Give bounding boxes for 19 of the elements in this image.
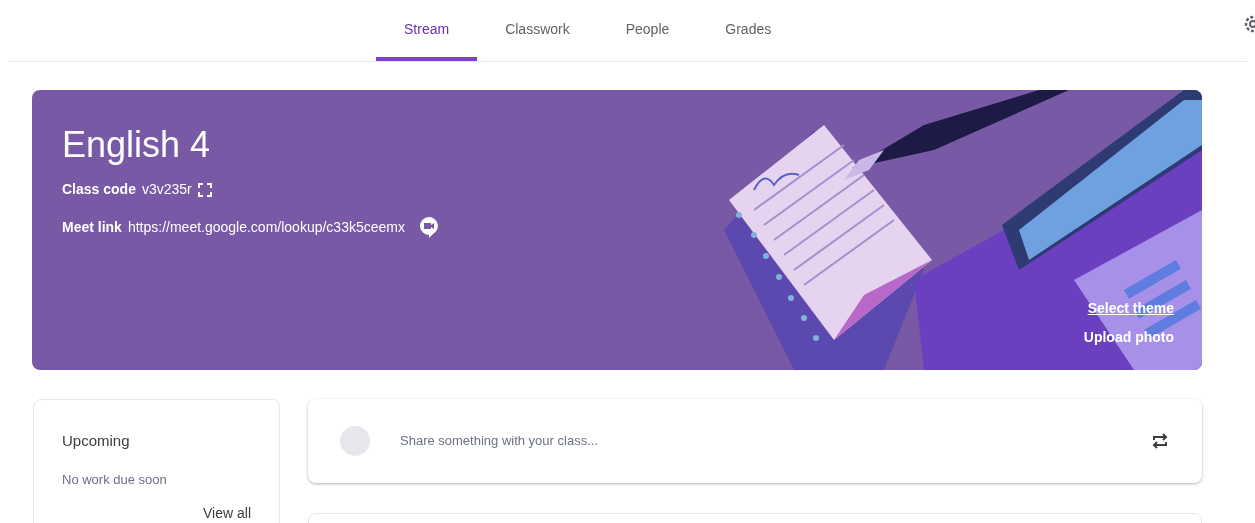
meet-link[interactable]: https://meet.google.com/lookup/c33k5ceemx (127, 216, 405, 238)
share-card[interactable]: Share something with your class... (308, 399, 1202, 483)
video-chat-icon[interactable] (418, 216, 439, 238)
nav-tab[interactable]: Grades (697, 0, 800, 61)
share-placeholder: Share something with your class... (400, 432, 599, 451)
view-all-link[interactable]: View all (203, 503, 251, 523)
nav-tab[interactable]: People (597, 0, 698, 61)
class-title: English 4 (62, 124, 211, 166)
upload-photo-link[interactable]: Upload photo (1083, 327, 1174, 348)
repost-icon[interactable] (1150, 431, 1170, 451)
class-code-label: Class code (62, 180, 136, 199)
nav-tab[interactable]: Classwork (477, 0, 598, 61)
avatar (340, 426, 370, 456)
nav-tab[interactable]: Stream (376, 0, 478, 61)
fullscreen-icon[interactable] (197, 182, 212, 197)
class-code: v3v235r (141, 180, 192, 199)
meet-link-label: Meet link (62, 217, 122, 237)
upcoming-title: Upcoming (62, 431, 131, 451)
upcoming-message: No work due soon (62, 470, 168, 489)
